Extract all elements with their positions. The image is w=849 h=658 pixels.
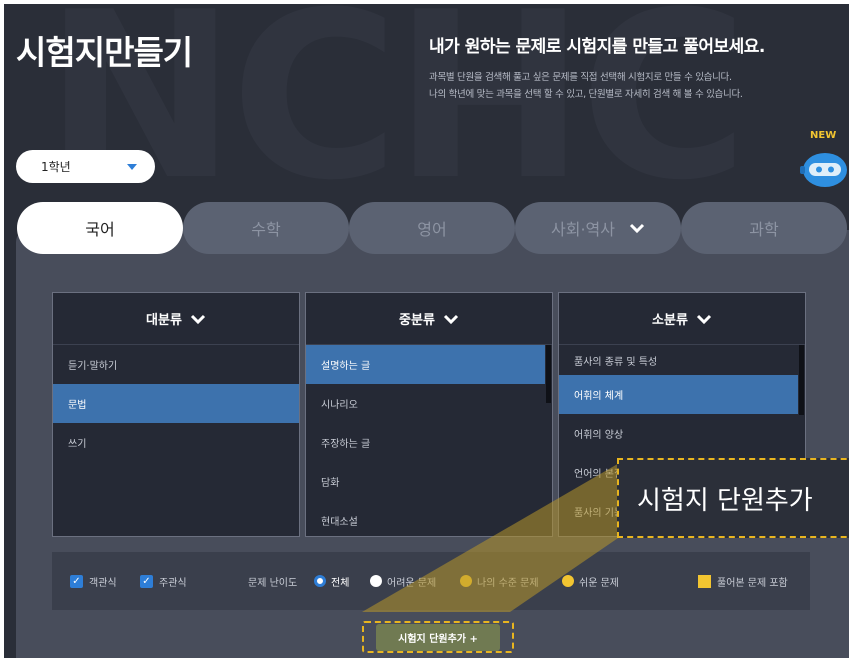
list-item[interactable]: 어휘의 양상 <box>559 414 805 453</box>
tab-social-history[interactable]: 사회·역사 <box>515 202 681 254</box>
callout-text: 시험지 단원추가 <box>637 485 813 516</box>
list-item[interactable]: 품사의 종류 및 특성 <box>559 345 805 375</box>
screen: NCHC 시험지만들기 내가 원하는 문제로 시험지를 만들고 풀어보세요. 과… <box>4 4 849 658</box>
page-headline: 내가 원하는 문제로 시험지를 만들고 풀어보세요. <box>429 37 765 57</box>
column-title: 소분류 <box>652 313 688 328</box>
tab-label: 수학 <box>251 220 281 239</box>
caret-down-icon <box>127 163 137 170</box>
checkbox-checked-icon: ✓ <box>70 574 83 588</box>
difficulty-option-hard[interactable]: 어려운 문제 <box>370 574 436 589</box>
list-item[interactable]: 담화 <box>306 462 552 501</box>
new-badge: NEW <box>810 130 837 141</box>
minor-category-header[interactable]: 소분류 <box>559 293 805 345</box>
tab-label: 영어 <box>417 220 447 239</box>
description-line-1: 과목별 단원을 검색해 풀고 싶은 문제를 직접 선택해 시험지로 만들 수 있… <box>429 72 732 83</box>
list-item[interactable]: 주장하는 글 <box>306 423 552 462</box>
list-item-selected[interactable]: 어휘의 체계 <box>559 375 798 414</box>
tab-math[interactable]: 수학 <box>183 202 349 254</box>
radio-selected-icon <box>314 575 326 587</box>
subject-tabs: 국어 수학 영어 사회·역사 과학 <box>17 202 849 254</box>
major-category-header[interactable]: 대분류 <box>53 293 299 345</box>
checkbox-label: 객관식 <box>89 577 117 589</box>
checkbox-icon <box>698 574 711 588</box>
page-description: 과목별 단원을 검색해 풀고 싶은 문제를 직접 선택해 시험지로 만들 수 있… <box>429 69 743 103</box>
filter-bar: ✓ 객관식 ✓ 주관식 문제 난이도 전체 어려운 문제 나의 수준 문제 쉬운… <box>52 552 810 610</box>
chevron-down-icon <box>443 314 458 324</box>
page-title: 시험지만들기 <box>16 33 193 72</box>
checkbox-checked-icon: ✓ <box>140 574 153 588</box>
add-unit-button-label: 시험지 단원추가 + <box>376 623 500 651</box>
tab-label: 과학 <box>749 220 779 239</box>
column-title: 중분류 <box>399 313 435 328</box>
robot-mascot-icon[interactable] <box>797 148 849 188</box>
add-unit-button[interactable]: 시험지 단원추가 + <box>362 621 514 653</box>
tab-korean[interactable]: 국어 <box>17 202 183 254</box>
description-line-2: 나의 학년에 맞는 과목을 선택 할 수 있고, 단원별로 자세히 검색 해 볼… <box>429 89 743 100</box>
difficulty-option-easy[interactable]: 쉬운 문제 <box>562 574 619 589</box>
middle-category-header[interactable]: 중분류 <box>306 293 552 345</box>
tab-english[interactable]: 영어 <box>349 202 515 254</box>
column-title: 대분류 <box>146 313 182 328</box>
checkbox-label: 주관식 <box>159 577 187 589</box>
chevron-down-icon <box>696 314 711 324</box>
list-item[interactable]: 현대소설 <box>306 501 552 536</box>
list-item[interactable]: 시나리오 <box>306 384 552 423</box>
radio-icon <box>460 575 472 587</box>
objective-checkbox[interactable]: ✓ 객관식 <box>70 574 117 589</box>
radio-icon <box>370 575 382 587</box>
difficulty-option-all[interactable]: 전체 <box>314 574 349 589</box>
chevron-down-icon <box>629 223 645 234</box>
middle-category-list: 중분류 설명하는 글 시나리오 주장하는 글 담화 현대소설 <box>305 292 553 537</box>
radio-label: 어려운 문제 <box>387 577 437 589</box>
scrollbar[interactable] <box>546 345 551 403</box>
major-category-list: 대분류 듣기·말하기 문법 쓰기 <box>52 292 300 537</box>
grade-select-value: 1학년 <box>41 160 71 174</box>
grade-select[interactable]: 1학년 <box>16 150 155 183</box>
list-item-selected[interactable]: 설명하는 글 <box>306 345 545 384</box>
radio-label: 쉬운 문제 <box>579 577 619 589</box>
radio-label: 나의 수준 문제 <box>477 577 539 589</box>
subjective-checkbox[interactable]: ✓ 주관식 <box>140 574 187 589</box>
difficulty-label: 문제 난이도 <box>248 574 297 589</box>
chevron-down-icon <box>190 314 205 324</box>
callout-annotation: 시험지 단원추가 <box>617 458 849 538</box>
scrollbar[interactable] <box>799 345 804 415</box>
checkbox-label: 풀어본 문제 포함 <box>717 577 788 589</box>
difficulty-title: 문제 난이도 <box>248 577 298 589</box>
list-item[interactable]: 쓰기 <box>53 423 299 462</box>
tab-science[interactable]: 과학 <box>681 202 847 254</box>
list-item[interactable]: 듣기·말하기 <box>53 345 299 384</box>
tab-label: 국어 <box>85 220 115 239</box>
difficulty-option-my-level[interactable]: 나의 수준 문제 <box>460 574 539 589</box>
include-solved-checkbox[interactable]: 풀어본 문제 포함 <box>698 574 788 589</box>
tab-label: 사회·역사 <box>551 220 615 239</box>
radio-icon <box>562 575 574 587</box>
list-item-selected[interactable]: 문법 <box>53 384 299 423</box>
radio-label: 전체 <box>331 577 350 589</box>
